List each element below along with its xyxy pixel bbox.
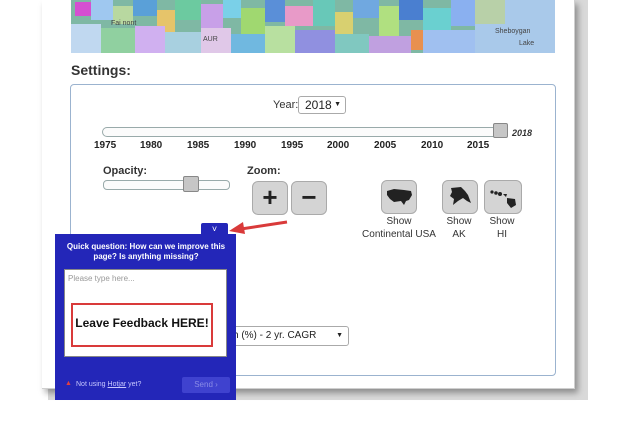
year-tick: 2015 bbox=[467, 140, 490, 151]
show-hawaii-button[interactable] bbox=[484, 180, 522, 214]
year-tick: 2010 bbox=[421, 140, 444, 151]
hawaii-caption-line1: Show bbox=[489, 216, 515, 227]
year-select[interactable]: 2018 ▼ bbox=[298, 96, 346, 114]
year-tick: 1975 bbox=[94, 140, 117, 151]
year-tick: 1990 bbox=[234, 140, 257, 151]
chevron-down-icon: ˅ bbox=[211, 224, 218, 234]
hotjar-logo-icon: ▲ bbox=[65, 380, 72, 387]
red-arrow-icon bbox=[229, 220, 288, 234]
map-label-city: Fai nont bbox=[111, 20, 137, 27]
map-label-sheboygan: Sheboygan bbox=[495, 28, 531, 35]
continental-usa-caption: Show Continental USA bbox=[360, 215, 438, 241]
year-slider-track[interactable] bbox=[102, 127, 502, 137]
map-label-aurora: AUR bbox=[203, 36, 218, 43]
year-slider-handle[interactable] bbox=[493, 123, 508, 138]
opacity-label: Opacity: bbox=[103, 165, 148, 177]
map-view[interactable]: Fai nont AUR Sheboygan Lake bbox=[71, 0, 555, 53]
alaska-caption-line1: Show bbox=[446, 216, 472, 227]
minus-icon: − bbox=[301, 182, 317, 212]
hawaii-caption: Show HI bbox=[483, 215, 521, 241]
opacity-slider-handle[interactable] bbox=[183, 176, 199, 192]
plus-icon: + bbox=[262, 182, 278, 212]
chevron-down-icon: ▼ bbox=[336, 332, 343, 339]
metric-select[interactable]: h (%) - 2 yr. CAGR ▼ bbox=[226, 326, 349, 346]
year-tick: 2000 bbox=[327, 140, 350, 151]
usa-map-icon bbox=[387, 189, 412, 205]
send-button[interactable]: Send › bbox=[182, 377, 230, 393]
zoom-label: Zoom: bbox=[247, 165, 281, 177]
alaska-map-icon bbox=[450, 187, 471, 205]
map-label-lake: Lake bbox=[519, 40, 535, 47]
hotjar-link[interactable]: Hotjar bbox=[108, 381, 127, 388]
hotjar-footer: Not using Hotjar yet? bbox=[76, 381, 141, 388]
hawaii-caption-line2: HI bbox=[497, 229, 507, 240]
show-alaska-button[interactable] bbox=[442, 180, 478, 214]
alaska-caption: Show AK bbox=[440, 215, 478, 241]
year-select-value: 2018 bbox=[305, 98, 332, 112]
zoom-out-button[interactable]: − bbox=[291, 181, 327, 215]
continental-usa-caption-line1: Show bbox=[386, 216, 412, 227]
chevron-down-icon: ▼ bbox=[334, 101, 341, 108]
year-tick: 1995 bbox=[281, 140, 304, 151]
year-tick: 1980 bbox=[140, 140, 163, 151]
feedback-question: Quick question: How can we improve this … bbox=[66, 242, 226, 261]
hotjar-footer-prefix: Not using bbox=[76, 381, 108, 388]
hawaii-map-icon bbox=[490, 190, 516, 208]
hotjar-footer-suffix: yet? bbox=[126, 381, 142, 388]
continental-usa-caption-line2: Continental USA bbox=[362, 229, 436, 240]
metric-select-value: h (%) - 2 yr. CAGR bbox=[233, 330, 317, 341]
feedback-placeholder: Please type here... bbox=[68, 274, 135, 283]
show-continental-usa-button[interactable] bbox=[381, 180, 417, 214]
settings-title: Settings: bbox=[71, 62, 131, 78]
zoom-in-button[interactable]: + bbox=[252, 181, 288, 215]
year-slider-current: 2018 bbox=[512, 128, 533, 138]
year-tick: 2005 bbox=[374, 140, 397, 151]
map-regions bbox=[71, 0, 555, 53]
year-label: Year: bbox=[273, 99, 299, 111]
opacity-slider-track[interactable] bbox=[103, 180, 230, 190]
alaska-caption-line2: AK bbox=[452, 229, 466, 240]
callout-text: Leave Feedback HERE! bbox=[75, 316, 209, 330]
year-tick: 1985 bbox=[187, 140, 210, 151]
